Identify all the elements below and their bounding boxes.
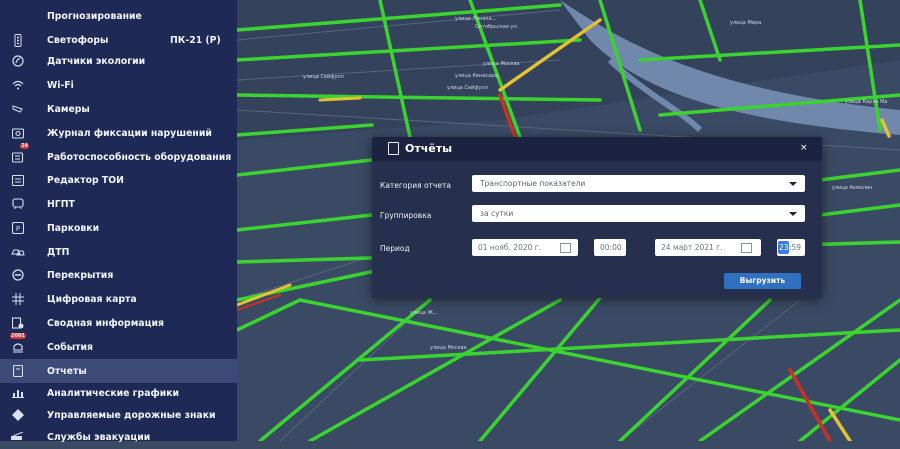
sidebar-item-public-transport[interactable]: НГПТ xyxy=(0,192,237,216)
sidebar-item-closures[interactable]: Перекрытия xyxy=(0,263,237,287)
sidebar-item-label: Wi-Fi xyxy=(47,79,74,91)
traffic-light-controller-id: ПК-21 (Р) xyxy=(170,34,221,46)
street-label: улица Москва xyxy=(430,345,467,351)
sidebar-item-label: Прогнозирование xyxy=(47,10,142,22)
date-to-value: 24 март 2021 г. xyxy=(661,243,723,252)
svg-text:P: P xyxy=(16,225,20,233)
sidebar-item-label: НГПТ xyxy=(47,198,75,210)
calendar-icon[interactable] xyxy=(741,243,752,253)
street-label: улица Ж... xyxy=(410,310,438,316)
calendar-icon[interactable] xyxy=(560,243,571,253)
events-icon xyxy=(11,340,25,354)
close-icon[interactable]: × xyxy=(800,143,808,153)
sidebar-item-label: Аналитические графики xyxy=(47,387,180,399)
sidebar-item-summary[interactable]: Сводная информация xyxy=(0,311,237,335)
equipment-alert-badge: 24 xyxy=(20,143,29,149)
sidebar-item-forecast[interactable]: Прогнозирование xyxy=(0,4,237,28)
grouping-value: за сутки xyxy=(480,209,514,218)
accident-icon xyxy=(11,245,25,259)
sidebar-item-label: События xyxy=(47,341,93,353)
sidebar-item-cameras[interactable]: Камеры xyxy=(0,97,237,121)
violations-journal-icon xyxy=(11,126,25,140)
date-from-field[interactable]: 01 нояб. 2020 г. xyxy=(472,239,578,256)
sidebar-item-reports[interactable]: Отчеты xyxy=(0,359,237,383)
sidebar-item-label: Журнал фиксации нарушений xyxy=(47,127,212,139)
sidebar-item-label: Светофоры xyxy=(47,34,109,46)
sidebar-item-wifi[interactable]: Wi-Fi xyxy=(0,73,237,97)
wifi-icon xyxy=(11,78,25,92)
sidebar-item-label: Камеры xyxy=(47,103,90,115)
sidebar-item-label: Редактор ТОИ xyxy=(47,174,124,186)
reports-icon xyxy=(388,142,399,155)
sidebar-item-label: ДТП xyxy=(47,246,70,258)
parking-icon: P xyxy=(11,221,25,235)
traffic-light-icon xyxy=(11,33,25,47)
sidebar-item-events[interactable]: 2001 События xyxy=(0,333,237,359)
period-label: Период xyxy=(380,244,410,253)
category-select[interactable]: Транспортные показатели xyxy=(472,175,805,192)
reports-icon xyxy=(11,364,25,378)
sidebar-item-label: Сводная информация xyxy=(47,317,164,329)
street-label: улица Сейфулл xyxy=(303,74,344,80)
sidebar-item-road-signs[interactable]: Управляемые дорожные знаки xyxy=(0,403,237,427)
date-from-value: 01 нояб. 2020 г. xyxy=(478,243,542,252)
ecology-sensor-icon xyxy=(11,54,25,68)
road-sign-icon xyxy=(11,408,25,422)
grouping-label: Группировка xyxy=(380,211,432,220)
category-label: Категория отчета xyxy=(380,181,451,190)
sidebar-item-analytics[interactable]: Аналитические графики xyxy=(0,381,237,405)
sidebar-item-evacuation[interactable]: Службы эвакуации xyxy=(0,425,237,449)
sidebar-item-ecology[interactable]: Датчики экологии xyxy=(0,49,237,73)
street-label: улица Акмолин xyxy=(832,185,873,191)
dialog-title: Отчёты xyxy=(405,142,453,155)
chevron-down-icon xyxy=(789,182,797,186)
street-label: улица Москва xyxy=(483,61,520,67)
street-label: улица Карла Ма xyxy=(845,99,888,105)
category-value: Транспортные показатели xyxy=(480,179,586,188)
sidebar-item-label: Парковки xyxy=(47,222,100,234)
sidebar-item-accidents[interactable]: ДТП xyxy=(0,240,237,264)
sidebar-item-label: Отчеты xyxy=(47,365,87,377)
sidebar-item-label: Работоспособность оборудования xyxy=(47,151,232,163)
time-to-field[interactable]: 23 :59 xyxy=(777,239,805,256)
toi-editor-icon xyxy=(11,173,25,187)
time-to-hours: 23 xyxy=(779,243,789,252)
time-to-minutes: :59 xyxy=(789,243,802,252)
sidebar-item-label: Цифровая карта xyxy=(47,293,137,305)
summary-icon xyxy=(11,316,25,330)
equipment-health-icon xyxy=(11,150,25,164)
analytics-chart-icon xyxy=(11,386,25,400)
sidebar-item-label: Управляемые дорожные знаки xyxy=(47,409,216,421)
camera-icon xyxy=(11,102,25,116)
sidebar-item-violations[interactable]: Журнал фиксации нарушений xyxy=(0,121,237,145)
public-transport-icon xyxy=(11,197,25,211)
sidebar-item-equipment[interactable]: 24 Работоспособность оборудования xyxy=(0,143,237,169)
street-label: улица Лунача... xyxy=(455,16,497,22)
time-from-value: 00:00 xyxy=(600,243,622,252)
sidebar-item-parking[interactable]: P Парковки xyxy=(0,216,237,240)
dialog-header: Отчёты × xyxy=(372,137,822,161)
export-button[interactable]: Выгрузить xyxy=(724,273,801,289)
reports-dialog: Отчёты × Категория отчета Транспортные п… xyxy=(372,137,822,298)
events-count-badge: 2001 xyxy=(10,333,26,339)
sidebar-item-label: Датчики экологии xyxy=(47,55,146,67)
street-label: улица Мира xyxy=(730,20,762,26)
street-label: улица Сейфулл xyxy=(447,85,488,91)
tow-truck-icon xyxy=(11,430,25,444)
sidebar: Прогнозирование Светофоры ПК-21 (Р) Датч… xyxy=(0,0,237,443)
sidebar-item-digital-map[interactable]: Цифровая карта xyxy=(0,287,237,311)
street-label: улица Кенесары xyxy=(455,73,499,79)
road-closure-icon xyxy=(11,268,25,282)
digital-map-icon xyxy=(11,292,25,306)
street-label: Октябрьская ул. xyxy=(475,24,519,30)
chevron-down-icon xyxy=(789,212,797,216)
sidebar-item-label: Перекрытия xyxy=(47,269,114,281)
date-to-field[interactable]: 24 март 2021 г. xyxy=(655,239,761,256)
sidebar-item-toi-editor[interactable]: Редактор ТОИ xyxy=(0,168,237,192)
time-from-field[interactable]: 00:00 xyxy=(594,239,626,256)
grouping-select[interactable]: за сутки xyxy=(472,205,805,222)
